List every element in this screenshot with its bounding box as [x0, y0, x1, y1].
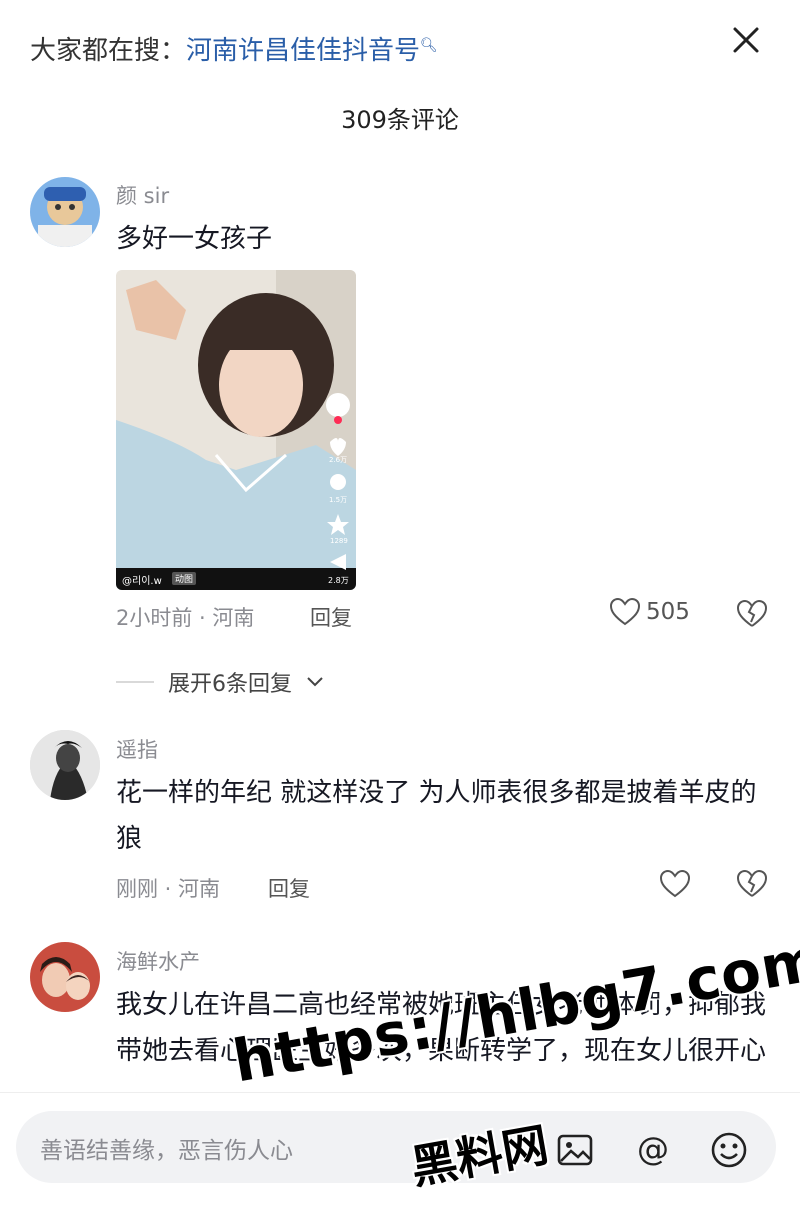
username[interactable]: 海鲜水产 — [116, 946, 200, 976]
like-button[interactable]: 505 — [610, 598, 690, 626]
like-count: 505 — [646, 599, 690, 625]
image-fav-count: 1289 — [330, 537, 348, 545]
search-icon: 🔍︎ — [420, 37, 438, 54]
comment-meta: 2小时前 · 河南 — [116, 606, 255, 630]
expand-replies-label: 展开6条回复 — [168, 672, 292, 697]
image-handle: @리이.w — [122, 576, 162, 587]
heart-icon[interactable] — [660, 870, 690, 898]
close-icon[interactable] — [728, 22, 764, 58]
svg-text:@: @ — [637, 1131, 669, 1168]
reply-button[interactable]: 回复 — [310, 602, 352, 632]
avatar[interactable] — [30, 942, 100, 1012]
comment-text: 花一样的年纪 就这样没了 为人师表很多都是披着羊皮的狼 — [116, 778, 757, 854]
image-comment-count: 1.5万 — [329, 496, 348, 504]
comment-image[interactable]: @리이.w 动图 2.6万 1.5万 1289 2.8万 — [116, 270, 356, 590]
heart-icon — [610, 598, 640, 626]
reply-button[interactable]: 回复 — [268, 873, 310, 903]
search-keyword[interactable]: 河南许昌佳佳抖音号 — [186, 36, 420, 66]
mention-icon[interactable]: @ — [634, 1131, 672, 1169]
username[interactable]: 遥指 — [116, 734, 158, 764]
broken-heart-icon[interactable] — [737, 600, 767, 628]
chevron-down-icon — [307, 677, 323, 687]
comment-input-bar: 善语结善缘，恶言伤人心 @ — [0, 1092, 800, 1229]
broken-heart-icon[interactable] — [737, 870, 767, 898]
comment-meta: 刚刚 · 河南 — [116, 877, 221, 901]
avatar[interactable] — [30, 730, 100, 800]
image-tag: 动图 — [172, 572, 197, 585]
divider-line — [116, 681, 154, 683]
comment-count: 309条评论 — [341, 106, 459, 134]
top-bar: 大家都在搜：河南许昌佳佳抖音号🔍︎ — [0, 0, 800, 90]
search-suggestion[interactable]: 大家都在搜：河南许昌佳佳抖音号🔍︎ — [30, 30, 438, 67]
image-icon[interactable] — [556, 1131, 594, 1169]
emoji-icon[interactable] — [710, 1131, 748, 1169]
comment-input-placeholder: 善语结善缘，恶言伤人心 — [40, 1138, 293, 1164]
avatar[interactable] — [30, 177, 100, 247]
image-share-count: 2.8万 — [328, 576, 349, 585]
comment-text: 多好一女孩子 — [116, 224, 273, 254]
image-like-count: 2.6万 — [329, 456, 348, 464]
username[interactable]: 颜 sir — [116, 180, 169, 210]
search-prefix: 大家都在搜： — [30, 36, 187, 66]
expand-replies-button[interactable]: 展开6条回复 — [116, 666, 324, 698]
comment-input[interactable]: 善语结善缘，恶言伤人心 @ — [16, 1111, 776, 1183]
